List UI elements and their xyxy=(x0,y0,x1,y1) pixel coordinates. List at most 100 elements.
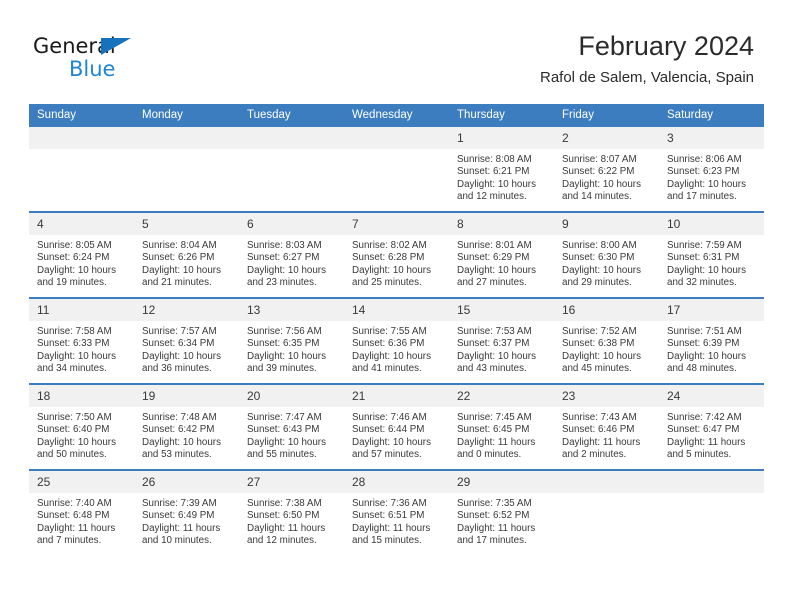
calendar-day-cell[interactable]: 18 Sunrise: 7:50 AM Sunset: 6:40 PM Dayligh… xyxy=(29,383,134,470)
calendar-body: 1 Sunrise: 8:08 AM Sunset: 6:21 PM Daylight… xyxy=(29,127,764,555)
sunset-time: Sunset: 6:43 PM xyxy=(247,424,320,436)
calendar-day-cell[interactable]: 14 Sunrise: 7:55 AM Sunset: 6:36 PM Dayligh… xyxy=(344,297,449,384)
sunrise-time: Sunrise: 8:02 AM xyxy=(352,240,427,251)
daylight-duration-line2: and 21 minutes. xyxy=(142,276,212,288)
calendar-page: General Blue February 2024 Rafol de Sale… xyxy=(0,0,792,612)
daylight-duration-line1: Daylight: 11 hours xyxy=(667,436,746,448)
daylight-duration-line2: and 7 minutes. xyxy=(37,534,102,546)
day-details: Sunrise: 7:46 AM Sunset: 6:44 PM Daylight:… xyxy=(344,407,449,469)
daylight-duration-line2: and 0 minutes. xyxy=(457,448,522,460)
daylight-duration-line2: and 17 minutes. xyxy=(457,534,527,546)
day-number xyxy=(239,127,344,149)
day-number: 16 xyxy=(554,299,659,321)
day-number: 27 xyxy=(239,471,344,493)
page-subtitle: Rafol de Salem, Valencia, Spain xyxy=(539,69,754,86)
daylight-duration-line2: and 34 minutes. xyxy=(37,362,107,374)
calendar-day-cell[interactable]: 15 Sunrise: 7:53 AM Sunset: 6:37 PM Dayligh… xyxy=(449,297,554,384)
calendar-week-row: 18 Sunrise: 7:50 AM Sunset: 6:40 PM Dayligh… xyxy=(29,383,764,470)
weekday-header-friday: Friday xyxy=(554,104,659,127)
title-block: February 2024 Rafol de Salem, Valencia, … xyxy=(540,30,754,87)
sunrise-time: Sunrise: 7:43 AM xyxy=(562,412,637,423)
calendar-day-cell[interactable]: 21 Sunrise: 7:46 AM Sunset: 6:44 PM Dayligh… xyxy=(344,383,449,470)
sunset-time: Sunset: 6:44 PM xyxy=(352,424,425,436)
calendar-week-row: 1 Sunrise: 8:08 AM Sunset: 6:21 PM Daylight… xyxy=(29,127,764,212)
calendar-day-cell[interactable]: 20 Sunrise: 7:47 AM Sunset: 6:43 PM Dayligh… xyxy=(239,383,344,470)
sunrise-time: Sunrise: 7:53 AM xyxy=(457,326,532,337)
daylight-duration-line2: and 12 minutes. xyxy=(457,190,527,202)
calendar-day-cell[interactable]: 11 Sunrise: 7:58 AM Sunset: 6:33 PM Dayligh… xyxy=(29,297,134,384)
day-details: Sunrise: 7:38 AM Sunset: 6:50 PM Daylight:… xyxy=(239,493,344,555)
daylight-duration-line2: and 39 minutes. xyxy=(247,362,317,374)
calendar-day-cell[interactable]: 28 Sunrise: 7:36 AM Sunset: 6:51 PM Dayligh… xyxy=(344,469,449,555)
daylight-duration-line1: Daylight: 10 hours xyxy=(37,350,116,362)
daylight-duration-line1: Daylight: 10 hours xyxy=(142,264,221,276)
daylight-duration-line1: Daylight: 10 hours xyxy=(562,350,641,362)
day-number: 15 xyxy=(449,299,554,321)
weekday-header-wednesday: Wednesday xyxy=(344,104,449,127)
sunrise-time: Sunrise: 8:03 AM xyxy=(247,240,322,251)
sunrise-time: Sunrise: 7:42 AM xyxy=(667,412,742,423)
day-number: 24 xyxy=(659,385,764,407)
calendar-day-cell[interactable]: 16 Sunrise: 7:52 AM Sunset: 6:38 PM Dayligh… xyxy=(554,297,659,384)
day-details: Sunrise: 7:39 AM Sunset: 6:49 PM Daylight:… xyxy=(134,493,239,555)
daylight-duration-line1: Daylight: 10 hours xyxy=(247,436,326,448)
calendar-cell-empty xyxy=(134,127,239,212)
day-number xyxy=(29,127,134,149)
calendar-head: Sunday Monday Tuesday Wednesday Thursday… xyxy=(29,104,764,127)
calendar-day-cell[interactable]: 1 Sunrise: 8:08 AM Sunset: 6:21 PM Daylight… xyxy=(449,127,554,212)
calendar-day-cell[interactable]: 25 Sunrise: 7:40 AM Sunset: 6:48 PM Dayligh… xyxy=(29,469,134,555)
sunset-time: Sunset: 6:49 PM xyxy=(142,510,215,522)
sunrise-time: Sunrise: 7:55 AM xyxy=(352,326,427,337)
day-details xyxy=(659,493,764,555)
daylight-duration-line2: and 55 minutes. xyxy=(247,448,317,460)
day-details: Sunrise: 8:03 AM Sunset: 6:27 PM Daylight:… xyxy=(239,235,344,297)
calendar-day-cell[interactable]: 8 Sunrise: 8:01 AM Sunset: 6:29 PM Daylight… xyxy=(449,211,554,298)
daylight-duration-line1: Daylight: 10 hours xyxy=(457,264,536,276)
day-number: 18 xyxy=(29,385,134,407)
sunset-time: Sunset: 6:27 PM xyxy=(247,252,320,264)
sunrise-time: Sunrise: 7:45 AM xyxy=(457,412,532,423)
daylight-duration-line1: Daylight: 10 hours xyxy=(457,350,536,362)
weekday-header-saturday: Saturday xyxy=(659,104,764,127)
calendar-day-cell[interactable]: 5 Sunrise: 8:04 AM Sunset: 6:26 PM Daylight… xyxy=(134,211,239,298)
day-number: 9 xyxy=(554,213,659,235)
calendar-day-cell[interactable]: 7 Sunrise: 8:02 AM Sunset: 6:28 PM Daylight… xyxy=(344,211,449,298)
daylight-duration-line2: and 5 minutes. xyxy=(667,448,732,460)
calendar-day-cell[interactable]: 29 Sunrise: 7:35 AM Sunset: 6:52 PM Dayligh… xyxy=(449,469,554,555)
calendar-day-cell[interactable]: 10 Sunrise: 7:59 AM Sunset: 6:31 PM Dayligh… xyxy=(659,211,764,298)
day-number: 26 xyxy=(134,471,239,493)
sunrise-time: Sunrise: 8:07 AM xyxy=(562,154,637,165)
sunset-time: Sunset: 6:31 PM xyxy=(667,252,740,264)
day-details: Sunrise: 7:45 AM Sunset: 6:45 PM Daylight:… xyxy=(449,407,554,469)
calendar-day-cell[interactable]: 4 Sunrise: 8:05 AM Sunset: 6:24 PM Daylight… xyxy=(29,211,134,298)
sunrise-time: Sunrise: 7:58 AM xyxy=(37,326,112,337)
calendar-day-cell[interactable]: 24 Sunrise: 7:42 AM Sunset: 6:47 PM Dayligh… xyxy=(659,383,764,470)
sunset-time: Sunset: 6:47 PM xyxy=(667,424,740,436)
daylight-duration-line1: Daylight: 10 hours xyxy=(667,350,746,362)
sunset-time: Sunset: 6:48 PM xyxy=(37,510,110,522)
calendar-day-cell[interactable]: 19 Sunrise: 7:48 AM Sunset: 6:42 PM Dayligh… xyxy=(134,383,239,470)
calendar-day-cell[interactable]: 23 Sunrise: 7:43 AM Sunset: 6:46 PM Dayligh… xyxy=(554,383,659,470)
sunrise-time: Sunrise: 7:52 AM xyxy=(562,326,637,337)
weekday-header-row: Sunday Monday Tuesday Wednesday Thursday… xyxy=(29,104,764,127)
daylight-duration-line2: and 10 minutes. xyxy=(142,534,212,546)
daylight-duration-line2: and 57 minutes. xyxy=(352,448,422,460)
calendar-day-cell[interactable]: 3 Sunrise: 8:06 AM Sunset: 6:23 PM Daylight… xyxy=(659,127,764,212)
calendar-day-cell[interactable]: 26 Sunrise: 7:39 AM Sunset: 6:49 PM Dayligh… xyxy=(134,469,239,555)
day-number: 12 xyxy=(134,299,239,321)
calendar-day-cell[interactable]: 17 Sunrise: 7:51 AM Sunset: 6:39 PM Dayligh… xyxy=(659,297,764,384)
sunset-time: Sunset: 6:51 PM xyxy=(352,510,425,522)
sunset-time: Sunset: 6:24 PM xyxy=(37,252,110,264)
calendar-day-cell[interactable]: 6 Sunrise: 8:03 AM Sunset: 6:27 PM Daylight… xyxy=(239,211,344,298)
sunset-time: Sunset: 6:50 PM xyxy=(247,510,320,522)
calendar-day-cell[interactable]: 22 Sunrise: 7:45 AM Sunset: 6:45 PM Dayligh… xyxy=(449,383,554,470)
daylight-duration-line1: Daylight: 11 hours xyxy=(457,522,536,534)
logo-wordmark-top: General xyxy=(33,36,163,58)
calendar-day-cell[interactable]: 9 Sunrise: 8:00 AM Sunset: 6:30 PM Daylight… xyxy=(554,211,659,298)
calendar-day-cell[interactable]: 27 Sunrise: 7:38 AM Sunset: 6:50 PM Dayligh… xyxy=(239,469,344,555)
daylight-duration-line1: Daylight: 11 hours xyxy=(457,436,536,448)
calendar-day-cell[interactable]: 13 Sunrise: 7:56 AM Sunset: 6:35 PM Dayligh… xyxy=(239,297,344,384)
calendar-day-cell[interactable]: 2 Sunrise: 8:07 AM Sunset: 6:22 PM Daylight… xyxy=(554,127,659,212)
calendar-day-cell[interactable]: 12 Sunrise: 7:57 AM Sunset: 6:34 PM Dayligh… xyxy=(134,297,239,384)
sunset-time: Sunset: 6:29 PM xyxy=(457,252,530,264)
